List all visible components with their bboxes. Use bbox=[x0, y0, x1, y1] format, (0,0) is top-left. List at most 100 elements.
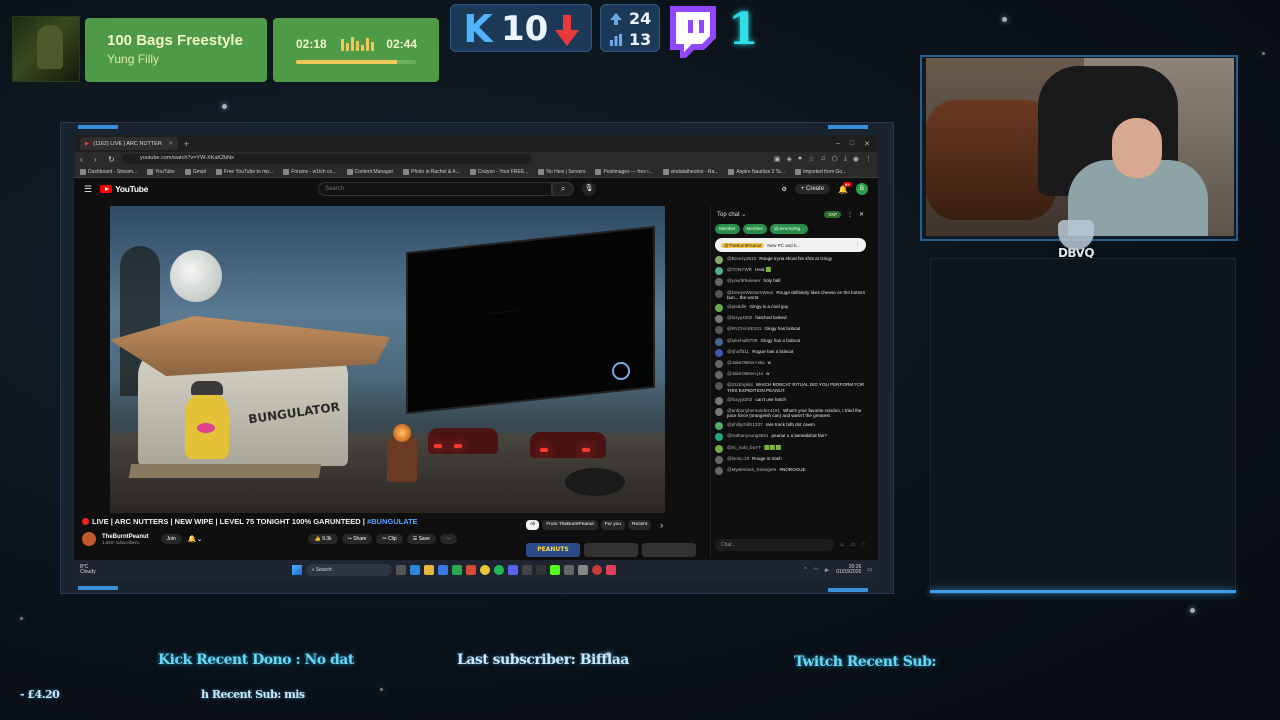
maximize-icon[interactable]: □ bbox=[850, 140, 854, 148]
download-icon[interactable]: ⤓ bbox=[844, 155, 847, 163]
new-tab-icon[interactable]: + bbox=[184, 139, 189, 149]
chat-username[interactable]: @Mysterious_Strangers bbox=[727, 467, 776, 472]
store-icon[interactable] bbox=[437, 565, 448, 575]
create-button[interactable]: + Create bbox=[794, 184, 831, 194]
microphone-icon[interactable]: 🎙 bbox=[582, 182, 597, 196]
xbox-icon[interactable] bbox=[451, 565, 462, 575]
bookmark-item[interactable]: Imported from Go... bbox=[795, 168, 846, 175]
chat-username[interactable]: @pladdle bbox=[727, 304, 746, 309]
chat-avatar[interactable] bbox=[715, 407, 723, 416]
chat-avatar[interactable] bbox=[715, 359, 723, 368]
url-field[interactable]: youtube.com/watch?v=YW-XKaK2bNs bbox=[122, 154, 532, 164]
chat-avatar[interactable] bbox=[715, 326, 723, 335]
app-icon[interactable] bbox=[465, 565, 476, 575]
hamburger-menu-icon[interactable]: ☰ bbox=[84, 184, 92, 195]
super-chat-icon[interactable]: ▭ bbox=[851, 542, 856, 548]
share-button[interactable]: ↪ Share bbox=[341, 534, 373, 544]
chevron-right-icon[interactable]: › bbox=[660, 520, 663, 530]
close-window-icon[interactable]: ✕ bbox=[864, 140, 870, 148]
extension-icon[interactable]: ◈ bbox=[787, 155, 792, 163]
chat-avatar[interactable] bbox=[715, 267, 723, 276]
chat-username[interactable]: @nathanyoung9021 bbox=[727, 433, 768, 438]
chat-username[interactable]: @TONYWR bbox=[727, 267, 752, 272]
spotify-icon[interactable] bbox=[493, 565, 504, 575]
recommendation-tab[interactable]: Recent bbox=[627, 520, 652, 530]
forward-icon[interactable]: › bbox=[94, 155, 102, 164]
member-chip[interactable]: Member bbox=[742, 224, 768, 234]
chat-avatar[interactable] bbox=[715, 348, 723, 357]
cast-icon[interactable]: ⚙ bbox=[781, 186, 786, 193]
chat-avatar[interactable] bbox=[715, 371, 723, 380]
member-chip[interactable]: @JeremyRig... bbox=[770, 224, 808, 234]
chat-avatar[interactable] bbox=[715, 382, 723, 391]
notification-icon[interactable]: ▭ bbox=[867, 567, 872, 573]
recommendation-tab[interactable]: All bbox=[526, 520, 540, 530]
clip-button[interactable]: ✂ Clip bbox=[376, 534, 403, 544]
task-view-icon[interactable] bbox=[395, 565, 406, 575]
close-tab-icon[interactable]: ✕ bbox=[168, 141, 173, 147]
volume-icon[interactable]: 🔈 bbox=[824, 567, 830, 573]
extension-icon[interactable]: ▣ bbox=[774, 155, 781, 163]
emoji-icon[interactable]: ☺ bbox=[840, 542, 845, 548]
bookmark-item[interactable]: Photo in Rachel & A... bbox=[403, 168, 460, 175]
bookmark-star-icon[interactable]: ☆ bbox=[808, 155, 814, 163]
member-chip[interactable]: Member bbox=[715, 224, 740, 234]
pinned-message[interactable]: @TheBurntPeanut New PC and K... ⋮ bbox=[715, 238, 866, 252]
thumbnail[interactable]: PEANUTS bbox=[526, 543, 580, 557]
video-hashtag[interactable]: #BUNGULATE bbox=[367, 517, 418, 526]
bookmark-item[interactable]: Dashboard - Stream... bbox=[80, 168, 137, 175]
app-icon[interactable] bbox=[535, 565, 546, 575]
bookmark-item[interactable]: vindatatheotoo - Ra... bbox=[662, 168, 718, 175]
bookmark-item[interactable]: No Hesi | Servers bbox=[538, 168, 585, 175]
weather-widget[interactable]: 8°C Cloudy bbox=[80, 565, 96, 575]
wifi-icon[interactable]: ◠ bbox=[814, 567, 818, 573]
avatar[interactable]: B bbox=[856, 183, 868, 195]
bookmark-item[interactable]: YouTube bbox=[147, 168, 175, 175]
chat-avatar[interactable] bbox=[715, 444, 723, 453]
app-icon[interactable] bbox=[563, 565, 574, 575]
heart-icon[interactable]: ♡ bbox=[862, 542, 866, 548]
chat-username[interactable]: @anthonyhernandez4191 bbox=[727, 408, 780, 413]
chat-avatar[interactable] bbox=[715, 396, 723, 405]
chat-username[interactable]: @loxyy4202 bbox=[727, 397, 752, 402]
discord-icon[interactable] bbox=[507, 565, 518, 575]
extension-icon[interactable]: ♫ bbox=[820, 155, 825, 163]
menu-dots-icon[interactable]: ⋮ bbox=[847, 211, 853, 218]
chat-username[interactable]: @JakeOBrien-x5u bbox=[727, 360, 765, 365]
channel-name[interactable]: TheBurntPeanut bbox=[102, 534, 149, 540]
chat-avatar[interactable] bbox=[715, 337, 723, 346]
chat-avatar[interactable] bbox=[715, 422, 723, 431]
bookmark-item[interactable]: Craiyon - Your FREE... bbox=[469, 168, 528, 175]
chat-username[interactable]: @311Exploit bbox=[727, 382, 753, 387]
chevron-up-icon[interactable]: ⌃ bbox=[803, 567, 807, 573]
xp-pill[interactable]: 0XP bbox=[824, 210, 841, 218]
menu-dots-icon[interactable]: ⋮ bbox=[865, 155, 872, 163]
reload-icon[interactable]: ↻ bbox=[108, 155, 116, 164]
bookmark-item[interactable]: Aspire Nautilus 3 Ta... bbox=[728, 168, 785, 175]
chat-username[interactable]: @loosu.18 bbox=[727, 456, 749, 461]
kick-app-icon[interactable] bbox=[549, 565, 560, 575]
chat-username[interactable]: @loxyy4202 bbox=[727, 315, 752, 320]
bookmark-item[interactable]: Content Manager bbox=[346, 168, 393, 175]
extension-icon[interactable]: ● bbox=[798, 155, 802, 163]
bookmark-item[interactable]: Gmail bbox=[184, 168, 206, 175]
taskbar-search[interactable]: ⌕ Search bbox=[305, 564, 392, 576]
app-icon[interactable] bbox=[591, 565, 602, 575]
chat-avatar[interactable] bbox=[715, 315, 723, 324]
menu-dots-icon[interactable]: ⋮ bbox=[856, 242, 861, 248]
chat-avatar[interactable] bbox=[715, 278, 723, 287]
app-icon[interactable] bbox=[521, 565, 532, 575]
chat-avatar[interactable] bbox=[715, 466, 723, 475]
profile-icon[interactable]: ◉ bbox=[853, 155, 859, 163]
bookmark-item[interactable]: Forums - w1tch co... bbox=[283, 168, 337, 175]
channel-avatar[interactable] bbox=[82, 532, 96, 546]
chat-username[interactable]: @lukehull8709 bbox=[727, 338, 757, 343]
chrome-icon[interactable] bbox=[479, 565, 490, 575]
chat-avatar[interactable] bbox=[715, 256, 723, 264]
chat-username[interactable]: @RVCHASE101 bbox=[727, 326, 761, 331]
youtube-search-input[interactable]: Search bbox=[318, 182, 553, 196]
recommendation-tab[interactable]: From TheBurntPeanut bbox=[542, 520, 598, 530]
chat-input[interactable]: Chat... bbox=[715, 539, 834, 551]
notifications-icon[interactable]: 🔔 9+ bbox=[838, 181, 852, 194]
chat-avatar[interactable] bbox=[715, 433, 723, 442]
